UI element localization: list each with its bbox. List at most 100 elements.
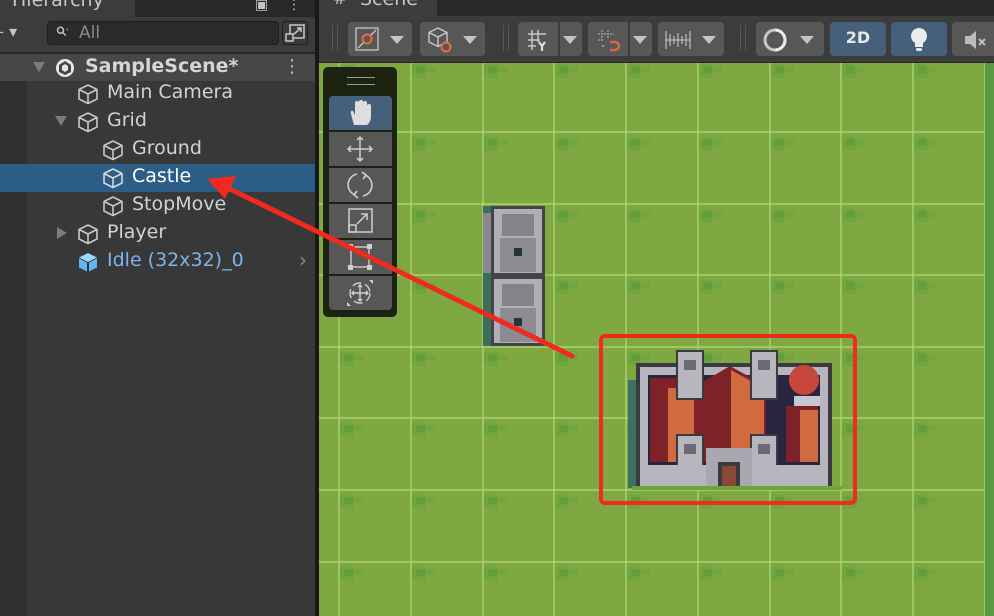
- chevron-down-icon: [463, 36, 477, 44]
- grass-tuft: [631, 139, 640, 146]
- pillar-top: [502, 214, 534, 236]
- grass-tuft: [498, 355, 507, 360]
- grass-tuft: [846, 569, 855, 576]
- grass-tuft: [703, 497, 712, 504]
- grass-tuft: [416, 569, 425, 576]
- grass-tuft: [846, 66, 855, 73]
- grass-tuft: [559, 425, 568, 432]
- toolbar-grip[interactable]: [332, 25, 338, 51]
- split-divider: [628, 22, 630, 56]
- grass-tuft: [785, 570, 794, 575]
- foldout-open-icon[interactable]: [55, 116, 67, 126]
- grass-tuft: [559, 211, 568, 218]
- hand-icon: [350, 100, 371, 125]
- grass-tuft: [928, 355, 937, 360]
- scale-tool-button[interactable]: [329, 204, 392, 238]
- hierarchy-item-idle-prefab[interactable]: Idle (32x32)_0 ›: [27, 248, 315, 276]
- hierarchy-item-stopmove[interactable]: StopMove: [27, 192, 315, 220]
- hierarchy-item-castle[interactable]: Castle: [0, 164, 315, 192]
- hierarchy-item-ground[interactable]: Ground: [27, 136, 315, 164]
- lighting-toggle[interactable]: [891, 22, 947, 56]
- foldout-open-icon[interactable]: [33, 62, 45, 72]
- grass-tuft: [354, 355, 363, 360]
- tab-menu-kebab-icon[interactable]: ⋮: [287, 0, 301, 13]
- gate-door: [722, 466, 736, 486]
- grass-tuft: [426, 283, 435, 288]
- chevron-down-icon[interactable]: [633, 36, 647, 44]
- rect-tool-button[interactable]: [329, 240, 392, 274]
- view-tool-button[interactable]: [329, 96, 392, 130]
- toolbar-grip[interactable]: [503, 25, 509, 51]
- grass-tuft: [416, 211, 425, 218]
- maximize-icon[interactable]: ▣: [255, 0, 268, 13]
- grass-tuft: [703, 66, 712, 73]
- grass-tuft: [713, 140, 722, 145]
- foldout-closed-icon[interactable]: [57, 227, 67, 239]
- chevron-down-icon[interactable]: [563, 36, 577, 44]
- grid-snapping-toggle[interactable]: [518, 22, 582, 56]
- lightbulb-icon: [911, 28, 927, 51]
- castle-sprite: [628, 350, 842, 490]
- add-object-dropdown[interactable]: – ▾: [0, 22, 17, 41]
- grass-tuft: [344, 425, 353, 432]
- transform-tool-button[interactable]: [329, 276, 392, 310]
- scene-tab[interactable]: # Scene: [319, 0, 437, 16]
- mute-speaker-icon: [965, 31, 986, 49]
- grass-tuft: [856, 67, 865, 72]
- tower-window: [684, 444, 696, 454]
- hierarchy-item-grid[interactable]: Grid: [27, 108, 315, 136]
- hierarchy-tab-label: Hierarchy: [12, 0, 104, 11]
- grass-tuft: [416, 66, 425, 73]
- scene-menu-kebab-icon[interactable]: ⋮: [283, 56, 301, 77]
- chevron-down-icon: [800, 36, 814, 44]
- open-prefab-chevron-icon[interactable]: ›: [299, 248, 307, 272]
- hierarchy-item-main-camera[interactable]: Main Camera: [27, 80, 315, 108]
- move-tool-button[interactable]: [329, 132, 392, 166]
- grass-tuft: [641, 355, 650, 360]
- ruler-toggle[interactable]: [658, 22, 724, 56]
- grass-tuft: [775, 282, 784, 289]
- item-label: StopMove: [132, 193, 227, 215]
- hierarchy-item-player[interactable]: Player: [27, 220, 315, 248]
- scene-tab-bar: # Scene: [319, 0, 994, 16]
- gameobject-cube-icon: [78, 84, 98, 105]
- grass-tuft: [631, 354, 640, 361]
- gameobject-cube-icon: [103, 196, 123, 217]
- grass-tuft: [785, 67, 794, 72]
- grass-tuft: [488, 66, 497, 73]
- scene-viewport[interactable]: [319, 63, 994, 616]
- rotate-tool-button[interactable]: [329, 168, 392, 202]
- pivot-toggle[interactable]: [348, 22, 412, 56]
- scene-visibility-button[interactable]: [282, 21, 308, 45]
- grass-tuft: [416, 354, 425, 361]
- grass-tuft: [488, 569, 497, 576]
- grass-tuft: [703, 354, 712, 361]
- grass-tuft: [559, 354, 568, 361]
- scene-root-row[interactable]: SampleScene* ⋮: [0, 53, 315, 81]
- pillar-top: [502, 284, 534, 306]
- grid-snap-magnet-icon: [598, 30, 620, 52]
- search-input[interactable]: [79, 23, 269, 43]
- hierarchy-tab[interactable]: Hierarchy: [0, 0, 135, 17]
- incremental-snap-toggle[interactable]: [588, 22, 652, 56]
- grass-tuft: [354, 498, 363, 503]
- overlay-drag-handle[interactable]: [347, 77, 375, 85]
- audio-toggle[interactable]: [952, 22, 994, 56]
- pillar-edge: [483, 213, 491, 273]
- tile-edge: [985, 63, 994, 616]
- 2d-toggle[interactable]: 2D: [830, 22, 886, 56]
- grass-tuft: [713, 67, 722, 72]
- grass-tuft: [703, 282, 712, 289]
- grass-tuft: [846, 211, 855, 218]
- grass-tuft: [426, 426, 435, 431]
- grass-tuft: [785, 140, 794, 145]
- hierarchy-search-field[interactable]: [47, 21, 279, 45]
- grass-tuft: [426, 140, 435, 145]
- draw-mode-dropdown[interactable]: [756, 22, 824, 56]
- global-local-toggle[interactable]: [420, 22, 485, 56]
- grass-tuft: [928, 283, 937, 288]
- toolbar-grip[interactable]: [740, 25, 746, 51]
- grass-tuft: [713, 498, 722, 503]
- 2d-label: 2D: [845, 28, 871, 47]
- grass-tuft: [775, 139, 784, 146]
